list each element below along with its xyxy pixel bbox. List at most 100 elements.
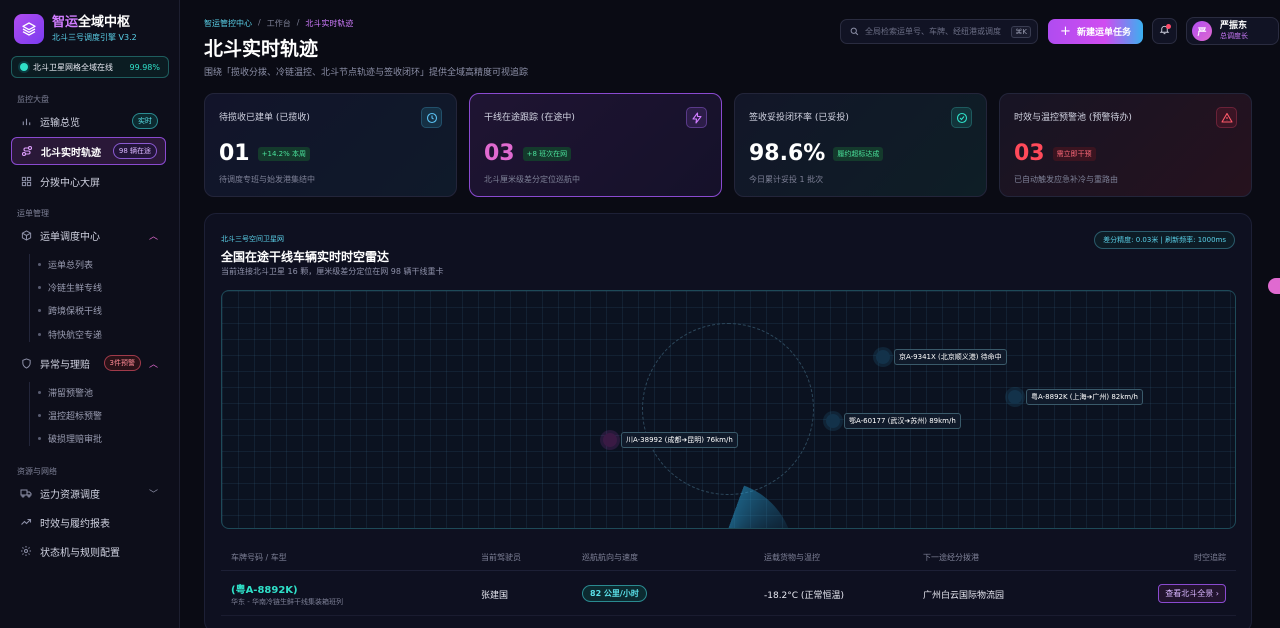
sidebar-item-label: 北斗实时轨迹 — [41, 147, 101, 159]
sidebar-item-rules-config[interactable]: 状态机与规则配置 — [11, 538, 166, 564]
brand[interactable]: 智运全域中枢 北斗三号调度引擎 V3.2 — [14, 14, 137, 44]
vehicle-label: 川A-38992 (成都➔昆明) 76km/h — [621, 432, 738, 448]
table-header: 车牌号码 / 车型 当前驾驶员 巡航航向与速度 运载货物与温控 下一途经分拨港 … — [221, 541, 1236, 571]
plate-number[interactable]: (粤A-8892K) — [231, 581, 298, 596]
vehicle-dot-icon — [876, 350, 890, 364]
user-menu[interactable]: 严 严振东 总调度长 — [1186, 17, 1279, 45]
vehicle-dot-icon — [826, 414, 840, 428]
bolt-icon — [686, 107, 707, 128]
search-input[interactable] — [865, 27, 1012, 36]
stat-card-footnote: 北斗厘米级差分定位巡航中 — [484, 175, 580, 184]
submenu-guide-line — [29, 254, 30, 342]
speed-pill: 82 公里/小时 — [582, 585, 647, 602]
new-task-button[interactable]: + 新建运单任务 — [1048, 19, 1143, 44]
nav-section-orders: 运单管理 — [17, 209, 49, 218]
sidebar-item-hub-screen[interactable]: 分拨中心大屏 — [11, 168, 166, 194]
vehicle-label: 京A-9341X (北京顺义港) 待命中 — [894, 349, 1007, 365]
submenu-item-damage-claims[interactable]: 破损理赔审批 — [38, 432, 102, 445]
sidebar-item-label: 分拨中心大屏 — [40, 177, 100, 189]
vehicle-label: 粤A-8892K (上海➔广州) 82km/h — [1026, 389, 1143, 405]
nav-section-monitor: 监控大盘 — [17, 95, 49, 104]
panel-kicker: 北斗三号空间卫星网 — [221, 235, 284, 243]
vehicle-marker[interactable]: 京A-9341X (北京顺义港) 待命中 — [876, 349, 1007, 365]
shield-icon — [19, 356, 33, 370]
submenu-item-air-express[interactable]: 特快航空专递 — [38, 328, 102, 341]
panel-title: 全国在途干线车辆实时时空雷达 — [221, 250, 390, 264]
chevron-up-icon[interactable]: ︿ — [149, 229, 158, 242]
sidebar-item-exceptions[interactable]: 异常与理赔 3件预警 ︿ — [11, 350, 166, 376]
stat-card-pickup[interactable]: 待揽收已建单 (已揽收) 01 +14.2% 本周 待调度专班与始发港集结中 — [204, 93, 457, 197]
alert-icon — [1216, 107, 1237, 128]
realtime-badge: 实时 — [132, 113, 158, 129]
sidebar-item-label: 时效与履约报表 — [40, 518, 110, 530]
cargo-temperature: -18.2°C (正常恒温) — [764, 591, 844, 601]
stat-card-footnote: 已自动触发应急补冷与重路由 — [1014, 175, 1118, 184]
view-panorama-button[interactable]: 查看北斗全景 › — [1158, 584, 1226, 603]
vehicle-label: 鄂A-60177 (武汉➔苏州) 89km/h — [844, 413, 961, 429]
sidebar-item-sla-report[interactable]: 时效与履约报表 — [11, 509, 166, 535]
global-search[interactable]: ⌘K — [840, 19, 1038, 44]
stat-card-footnote: 待调度专班与始发港集结中 — [219, 175, 315, 184]
user-name: 严振东 — [1220, 21, 1248, 31]
column-header: 车牌号码 / 车型 — [231, 553, 287, 562]
stat-card-badge: +14.2% 本周 — [257, 146, 310, 161]
route-description: 华东 - 华南冷链生鲜干线集装箱班列 — [231, 598, 343, 606]
stat-card-label: 签收妥投闭环率 (已妥投) — [749, 113, 849, 123]
new-task-label: 新建运单任务 — [1076, 28, 1131, 38]
table-row[interactable]: (粤A-8892K) 华东 - 华南冷链生鲜干线集装箱班列 张建国 82 公里/… — [221, 572, 1236, 616]
stat-card-value: 03 — [1014, 141, 1045, 166]
vehicle-radar-map[interactable]: 京A-9341X (北京顺义港) 待命中 粤A-8892K (上海➔广州) 82… — [221, 290, 1236, 529]
sidebar: 智运全域中枢 北斗三号调度引擎 V3.2 北斗卫星网格全域在线 99.98% 监… — [0, 0, 180, 628]
vehicle-marker[interactable]: 鄂A-60177 (武汉➔苏州) 89km/h — [826, 413, 961, 429]
sidebar-item-label: 运输总览 — [40, 117, 80, 129]
precision-badge: 差分精度: 0.03米 | 刷新频率: 1000ms — [1094, 231, 1235, 249]
submenu-item-cross-border[interactable]: 跨境保税干线 — [38, 304, 102, 317]
vehicle-dot-icon — [603, 433, 617, 447]
stat-card-alerts[interactable]: 时效与温控预警池 (预警待办) 03 需立即干预 已自动触发应急补冷与重路由 — [999, 93, 1252, 197]
stat-card-label: 干线在途跟踪 (在途中) — [484, 113, 575, 123]
column-header: 当前驾驶员 — [481, 553, 521, 562]
breadcrumb-workbench[interactable]: 工作台 — [267, 18, 291, 29]
satellite-status-label: 北斗卫星网格全域在线 — [33, 62, 113, 72]
sidebar-item-dispatch-center[interactable]: 运单调度中心 ︿ — [11, 222, 166, 248]
grid-icon — [19, 174, 33, 188]
online-dot-icon — [20, 63, 28, 71]
search-icon — [850, 25, 859, 39]
column-header: 巡航航向与速度 — [582, 553, 638, 562]
chevron-down-icon[interactable]: ﹀ — [149, 487, 158, 500]
brand-subtitle: 北斗三号调度引擎 V3.2 — [52, 33, 137, 42]
user-role: 总调度长 — [1220, 32, 1248, 40]
floating-side-tab[interactable] — [1268, 278, 1280, 294]
submenu-item-order-list[interactable]: 运单总列表 — [38, 258, 93, 271]
stat-card-value: 98.6% — [749, 141, 826, 166]
stat-card-in-transit[interactable]: 干线在途跟踪 (在途中) 03 +8 班次在网 北斗厘米级差分定位巡航中 — [469, 93, 722, 197]
sidebar-item-capacity[interactable]: 运力资源调度 ﹀ — [11, 480, 166, 506]
plus-icon: + — [1060, 24, 1071, 39]
sidebar-item-label: 运力资源调度 — [40, 489, 100, 501]
vehicle-marker[interactable]: 粤A-8892K (上海➔广州) 82km/h — [1008, 389, 1143, 405]
sidebar-item-beidou-track[interactable]: 北斗实时轨迹 98 辆在途 — [11, 137, 166, 165]
radar-sweep — [642, 481, 794, 528]
submenu-item-cold-chain[interactable]: 冷链生鲜专线 — [38, 281, 102, 294]
breadcrumb-root[interactable]: 智运管控中心 — [204, 18, 252, 29]
column-header: 下一途经分拨港 — [923, 553, 979, 562]
notifications-button[interactable] — [1152, 18, 1177, 44]
nav-section-resources: 资源与网络 — [17, 467, 57, 476]
satellite-status: 北斗卫星网格全域在线 99.98% — [11, 56, 169, 78]
next-hub: 广州白云国际物流园 — [923, 591, 1005, 601]
submenu-item-temp-alert[interactable]: 温控超标预警 — [38, 409, 102, 422]
clock-icon — [421, 107, 442, 128]
sidebar-item-overview[interactable]: 运输总览 实时 — [11, 108, 166, 134]
box-icon — [19, 228, 33, 242]
vehicle-dot-icon — [1008, 390, 1022, 404]
check-icon — [951, 107, 972, 128]
vehicle-table: 车牌号码 / 车型 当前驾驶员 巡航航向与速度 运载货物与温控 下一途经分拨港 … — [221, 541, 1236, 616]
stat-card-label: 待揽收已建单 (已揽收) — [219, 113, 310, 123]
submenu-item-detention-pool[interactable]: 滞留预警池 — [38, 386, 93, 399]
stat-card-delivered[interactable]: 签收妥投闭环率 (已妥投) 98.6% 履约超标达成 今日累计妥投 1 批次 — [734, 93, 987, 197]
vehicle-marker[interactable]: 川A-38992 (成都➔昆明) 76km/h — [603, 432, 738, 448]
chevron-up-icon[interactable]: ︿ — [149, 357, 158, 370]
in-transit-badge: 98 辆在途 — [112, 143, 157, 159]
stat-card-badge: 履约超标达成 — [833, 146, 884, 161]
stat-card-footnote: 今日累计妥投 1 批次 — [749, 175, 824, 184]
